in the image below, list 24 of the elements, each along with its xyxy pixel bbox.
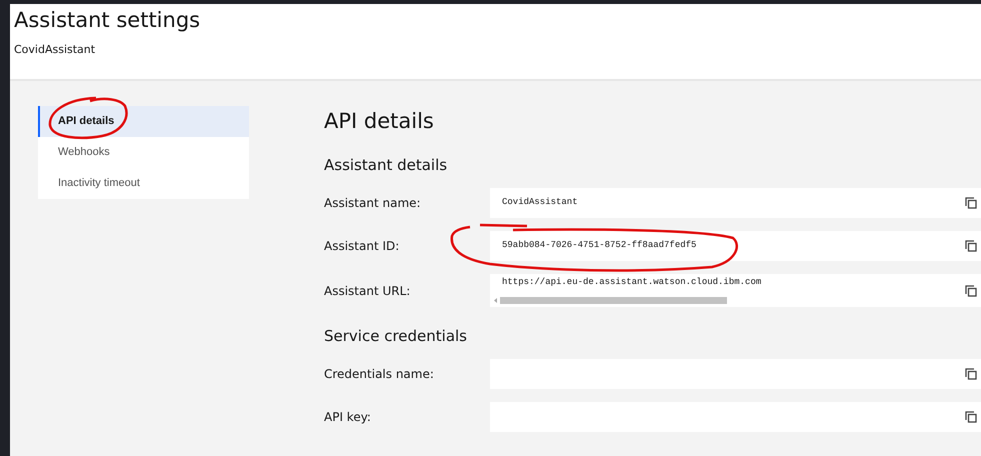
readonly-field[interactable]: 59abb084-7026-4751-8752-ff8aad7fedf5 xyxy=(490,231,981,262)
field-label: Assistant ID: xyxy=(324,238,400,256)
readonly-field[interactable] xyxy=(490,359,981,390)
field-label: Assistant URL: xyxy=(324,282,412,300)
field-label: API key: xyxy=(324,409,372,426)
field-label: Credentials name: xyxy=(324,366,435,384)
copy-icon[interactable] xyxy=(965,411,977,424)
horizontal-scrollbar[interactable] xyxy=(492,296,727,306)
copy-icon[interactable] xyxy=(965,284,977,297)
copy-icon[interactable] xyxy=(965,240,977,252)
assistant-name: CovidAssistant xyxy=(14,42,96,58)
readonly-field[interactable] xyxy=(490,402,981,432)
copy-icon[interactable] xyxy=(965,197,977,210)
readonly-field[interactable]: CovidAssistant xyxy=(490,188,981,218)
section-heading: Assistant details xyxy=(324,156,448,174)
section-heading: Service credentials xyxy=(324,327,468,346)
sidebar-item[interactable]: Inactivity timeout xyxy=(38,168,249,199)
sidebar-item[interactable]: Webhooks xyxy=(38,137,249,168)
field-label: Assistant name: xyxy=(324,195,422,212)
readonly-field[interactable]: https://api.eu-de.assistant.watson.cloud.ibm.com xyxy=(490,274,981,308)
section-title: API details xyxy=(324,109,435,134)
sidebar-item[interactable]: API details xyxy=(38,106,249,137)
page-title: Assistant settings xyxy=(14,8,202,34)
copy-icon[interactable] xyxy=(965,368,977,380)
